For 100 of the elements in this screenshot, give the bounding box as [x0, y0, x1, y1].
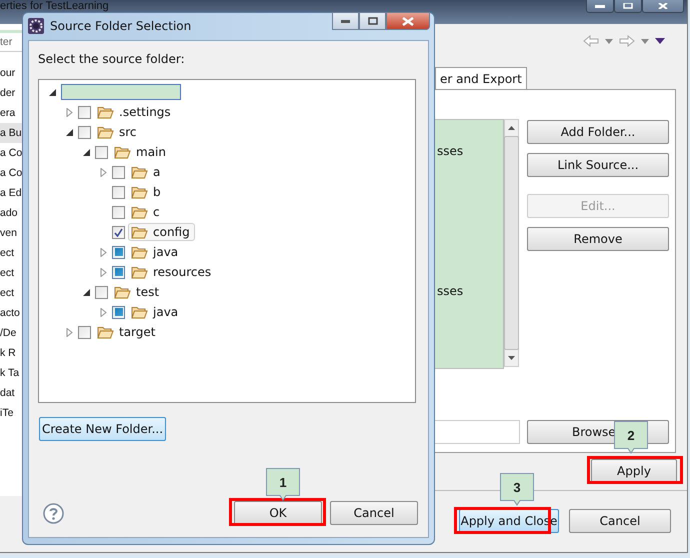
folder-icon	[131, 226, 148, 238]
collapsed-icon[interactable]	[64, 328, 74, 336]
folder-icon	[131, 186, 148, 198]
folder-icon	[131, 266, 148, 278]
collapsed-icon[interactable]	[98, 268, 108, 276]
output-folder-field[interactable]	[435, 420, 520, 444]
expanded-icon[interactable]	[48, 88, 56, 96]
list-item[interactable]: sses	[437, 284, 464, 298]
gear-icon	[28, 18, 44, 34]
checkbox[interactable]	[95, 146, 108, 158]
sidebar-item[interactable]: ven	[0, 223, 24, 243]
expanded-icon[interactable]	[82, 288, 90, 296]
sidebar-item[interactable]: /De	[0, 323, 24, 343]
window-title: erties for TestLearning	[0, 0, 109, 12]
minimize-button[interactable]	[586, 0, 614, 13]
back-arrow-icon[interactable]	[583, 35, 599, 47]
close-icon	[658, 3, 668, 9]
tree-item[interactable]: main	[136, 145, 166, 159]
cancel-button[interactable]: Cancel	[330, 501, 418, 525]
dropdown-icon[interactable]	[605, 38, 613, 44]
sidebar-item[interactable]: acto	[0, 303, 24, 323]
side-button[interactable]: Remove	[527, 227, 669, 251]
checkbox[interactable]	[112, 206, 125, 218]
sidebar-item[interactable]: ect	[0, 283, 24, 303]
create-folder-button[interactable]: Create New Folder...	[39, 417, 166, 441]
expanded-icon[interactable]	[82, 148, 90, 156]
folder-icon	[131, 206, 148, 218]
tree-item[interactable]: java	[153, 245, 178, 259]
sidebar-item[interactable]: era	[0, 103, 24, 123]
close-icon	[402, 16, 414, 26]
checkbox[interactable]	[78, 326, 91, 338]
tree-item[interactable]: target	[119, 325, 156, 339]
folder-icon	[97, 106, 114, 118]
side-button[interactable]: Link Source...	[527, 153, 669, 177]
folder-icon	[114, 286, 131, 298]
sidebar-item[interactable]: our	[0, 63, 24, 83]
sidebar-item[interactable]: a Co	[0, 143, 24, 163]
checkbox[interactable]	[78, 126, 91, 138]
folder-icon	[97, 326, 114, 338]
tree-item[interactable]: a	[153, 165, 160, 179]
maximize-icon	[368, 17, 378, 25]
checkbox[interactable]	[112, 306, 125, 318]
forward-arrow-icon[interactable]	[619, 35, 635, 47]
folder-icon	[131, 306, 148, 318]
checkbox[interactable]	[112, 246, 125, 258]
side-button[interactable]: Add Folder...	[527, 120, 669, 144]
prompt-label: Select the source folder:	[38, 52, 185, 66]
checkbox[interactable]	[78, 106, 91, 118]
apply-button[interactable]: Apply	[591, 459, 677, 483]
tab[interactable]: er and Export	[435, 67, 527, 90]
tree-item[interactable]: src	[119, 125, 137, 139]
checkbox[interactable]	[112, 166, 125, 178]
view-menu-icon[interactable]	[655, 38, 665, 44]
help-icon[interactable]	[43, 502, 64, 524]
folder-icon	[114, 146, 131, 158]
dropdown-icon[interactable]	[641, 38, 649, 44]
expanded-icon[interactable]	[64, 128, 74, 136]
list-item[interactable]: sses	[437, 144, 464, 158]
maximize-icon	[623, 3, 633, 9]
folder-icon	[131, 166, 148, 178]
scroll-up-icon[interactable]	[508, 126, 515, 130]
sidebar-item[interactable]: a Ed	[0, 183, 24, 203]
minimize-icon	[341, 20, 350, 22]
checkbox[interactable]	[95, 286, 108, 298]
close-button[interactable]	[386, 12, 430, 30]
close-button[interactable]	[642, 0, 684, 13]
checkbox[interactable]	[112, 186, 125, 198]
collapsed-icon[interactable]	[98, 308, 108, 316]
sidebar-item[interactable]: iTe	[0, 403, 24, 423]
minimize-button[interactable]	[332, 12, 359, 30]
sidebar-item[interactable]: a Bu	[0, 123, 24, 143]
sidebar-item[interactable]: a Co	[0, 163, 24, 183]
sidebar-item[interactable]: der	[0, 83, 24, 103]
collapsed-icon[interactable]	[64, 108, 74, 116]
collapsed-icon[interactable]	[98, 168, 108, 176]
minimize-icon	[595, 5, 605, 9]
tree-item[interactable]: c	[153, 205, 160, 219]
sidebar-item[interactable]: k R	[0, 343, 24, 363]
sidebar-item[interactable]: ect	[0, 243, 24, 263]
sidebar-item[interactable]: ado	[0, 203, 24, 223]
scrollbar[interactable]	[504, 119, 519, 367]
tree-item[interactable]: .settings	[119, 105, 171, 119]
tree-item[interactable]: b	[153, 185, 161, 199]
tree-item[interactable]: resources	[153, 265, 212, 279]
maximize-button[interactable]	[359, 12, 386, 30]
collapsed-icon[interactable]	[98, 248, 108, 256]
tree-item[interactable]: java	[153, 305, 178, 319]
sidebar-item[interactable]: ect	[0, 263, 24, 283]
maximize-button[interactable]	[614, 0, 642, 13]
checkbox[interactable]	[112, 226, 125, 238]
tree-item[interactable]: test	[136, 285, 160, 299]
folder-icon	[131, 246, 148, 258]
sidebar-item[interactable]: k Ta	[0, 363, 24, 383]
ok-button[interactable]: OK	[234, 501, 322, 525]
cancel-button[interactable]: Cancel	[569, 509, 671, 533]
checkbox[interactable]	[112, 266, 125, 278]
dialog-title: Source Folder Selection	[50, 19, 192, 33]
scroll-down-icon[interactable]	[508, 356, 515, 360]
sidebar-item[interactable]: dat	[0, 383, 24, 403]
folder-icon	[97, 126, 114, 138]
